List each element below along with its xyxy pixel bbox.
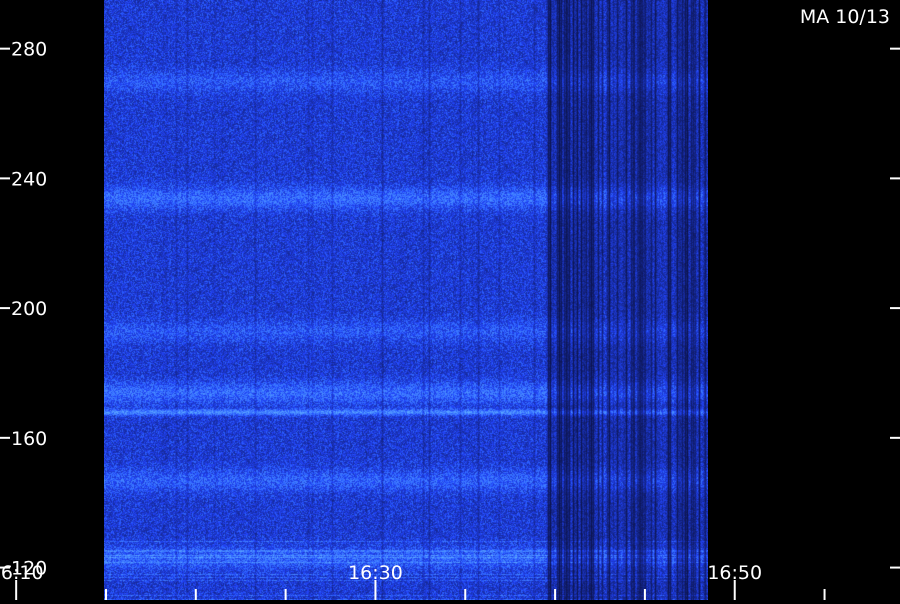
y-tick-label: 240 [11,168,47,190]
spectrogram-image [104,0,708,600]
y-tick-label: 280 [11,39,47,61]
spectrogram-chart: 120160200240280 16:1016:3016:50 MA 10/13 [0,0,900,600]
spectrogram-svg: 120160200240280 16:1016:3016:50 MA 10/13 [0,0,900,600]
y-tick-label: 200 [11,298,47,320]
x-tick-label: 16:50 [707,562,762,584]
x-tick-label: 16:30 [348,562,403,584]
y-tick-label: 160 [11,428,47,450]
x-tick-label: 16:10 [0,562,44,584]
chart-label: MA 10/13 [800,6,890,28]
